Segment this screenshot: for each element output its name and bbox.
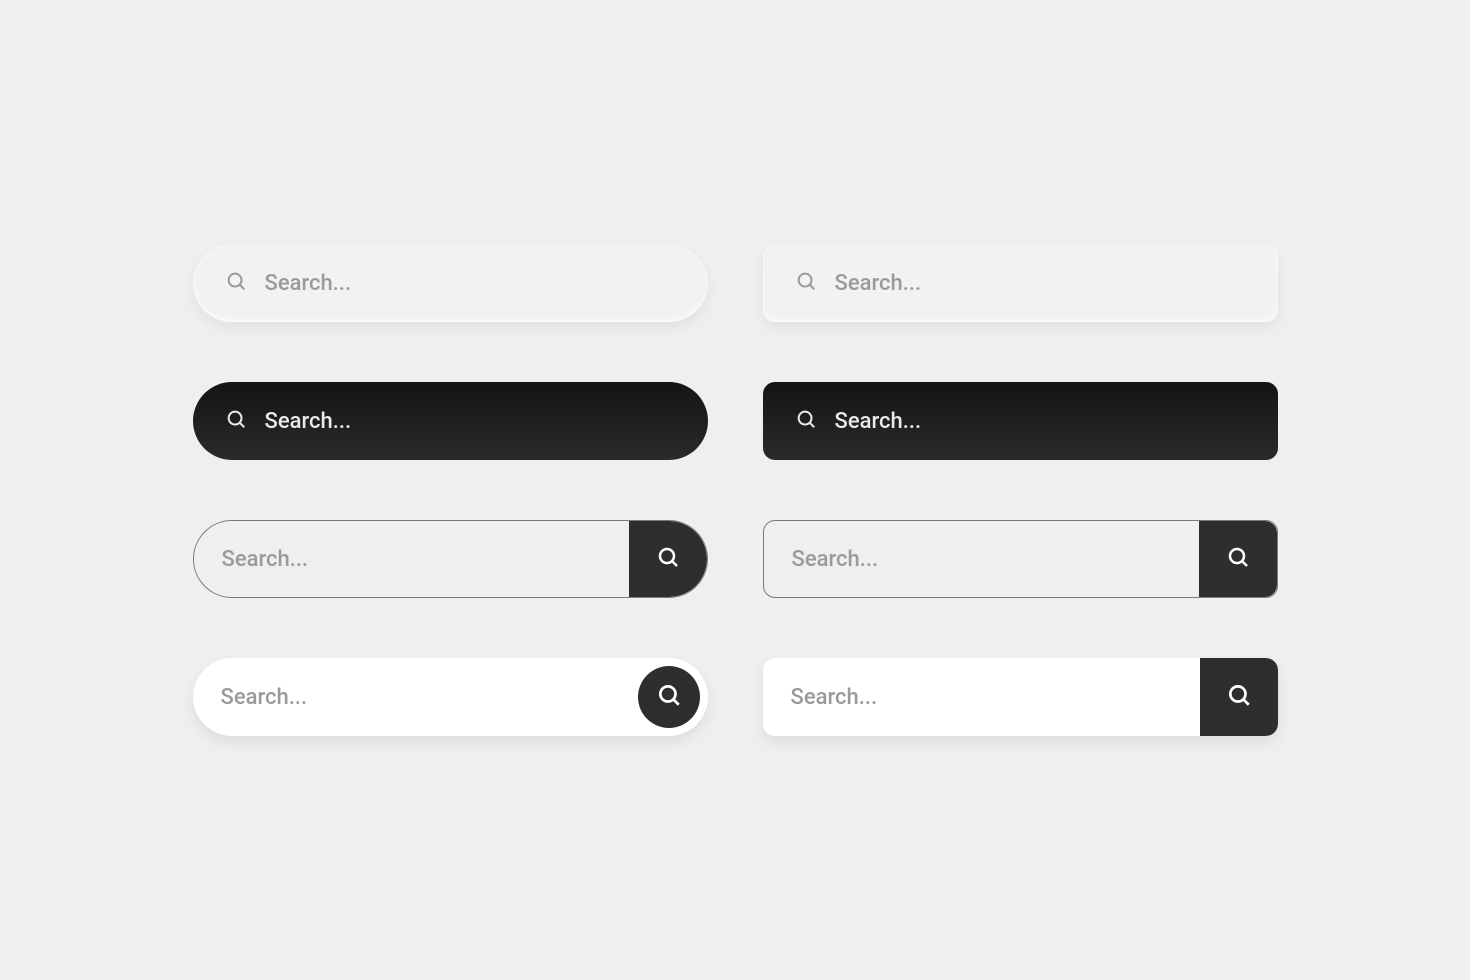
search-placeholder: Search... (791, 685, 878, 710)
search-placeholder: Search... (265, 409, 352, 434)
search-bar-outlined-pill[interactable]: Search... (193, 520, 708, 598)
search-bar-white-pill[interactable]: Search... (193, 658, 708, 736)
search-placeholder: Search... (835, 271, 922, 296)
search-icon (1226, 545, 1250, 573)
search-icon (225, 270, 247, 296)
search-icon (795, 408, 817, 434)
search-bar-dark-rect[interactable]: Search... (763, 382, 1278, 460)
search-placeholder: Search... (221, 685, 308, 710)
search-button[interactable] (629, 521, 707, 597)
search-placeholder: Search... (792, 547, 879, 572)
search-icon (225, 408, 247, 434)
search-bar-dark-pill[interactable]: Search... (193, 382, 708, 460)
search-icon (656, 682, 682, 712)
search-icon (656, 545, 680, 573)
search-bar-light-pill[interactable]: Search... (193, 244, 708, 322)
search-bar-variants-grid: Search... Search... Search... Search... … (193, 244, 1278, 736)
search-icon (1226, 682, 1252, 712)
search-button[interactable] (638, 666, 700, 728)
search-button[interactable] (1200, 658, 1278, 736)
search-button[interactable] (1199, 521, 1277, 597)
search-bar-white-rect[interactable]: Search... (763, 658, 1278, 736)
search-placeholder: Search... (222, 547, 309, 572)
search-bar-light-rect[interactable]: Search... (763, 244, 1278, 322)
search-icon (795, 270, 817, 296)
search-placeholder: Search... (265, 271, 352, 296)
search-placeholder: Search... (835, 409, 922, 434)
search-bar-outlined-rect[interactable]: Search... (763, 520, 1278, 598)
